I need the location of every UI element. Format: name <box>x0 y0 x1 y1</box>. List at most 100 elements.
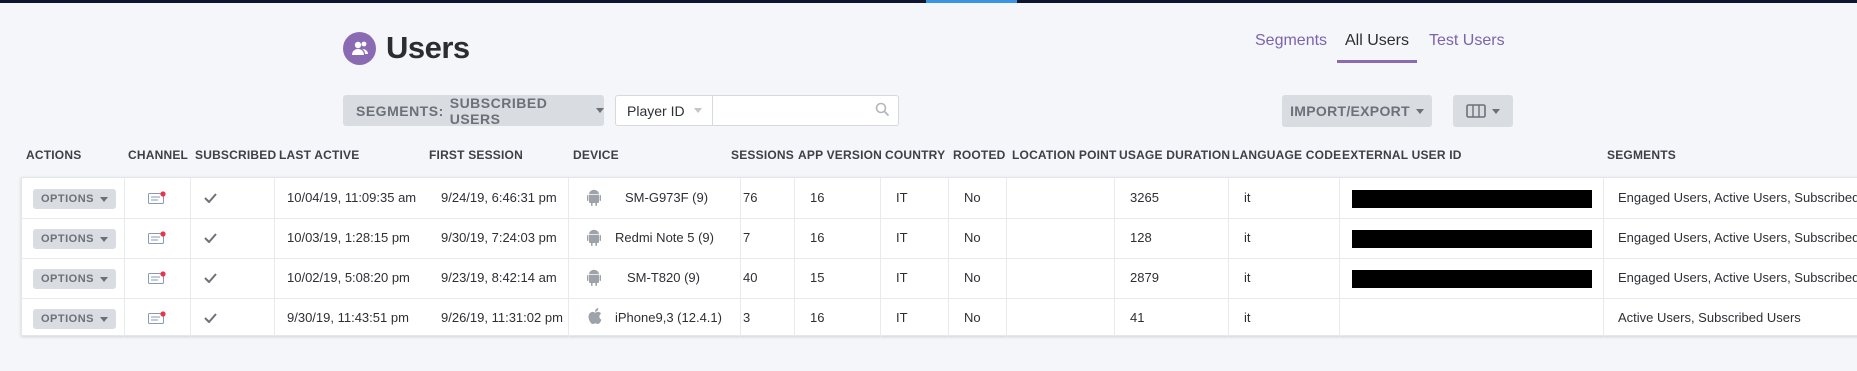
search-field-label: Player ID <box>627 102 685 119</box>
sessions: 7 <box>743 230 751 245</box>
tab-segments[interactable]: Segments <box>1255 32 1327 50</box>
chevron-down-icon <box>1415 108 1424 114</box>
loading-progress <box>926 0 1017 3</box>
language-code: it <box>1244 190 1251 205</box>
col-header-device: DEVICE <box>573 148 619 162</box>
table-row[interactable]: OPTIONS 10/03/19, 1:28:15 pm 9/30/19, 7:… <box>22 218 1857 259</box>
tab-test-users[interactable]: Test Users <box>1429 32 1505 50</box>
col-header-country: COUNTRY <box>885 148 946 162</box>
col-header-app-version: APP VERSION <box>798 148 883 162</box>
segments-list: Engaged Users, Active Users, Subscribed <box>1618 230 1857 245</box>
rooted: No <box>964 310 981 325</box>
app-version: 16 <box>810 230 825 245</box>
last-active: 9/30/19, 11:43:51 pm <box>287 310 409 325</box>
android-icon <box>587 189 601 206</box>
col-header-location-point: LOCATION POINT <box>1012 148 1117 162</box>
country: IT <box>896 230 908 245</box>
usage-duration: 2879 <box>1130 270 1159 285</box>
chevron-down-icon <box>596 108 604 113</box>
language-code: it <box>1244 310 1251 325</box>
usage-duration: 41 <box>1130 310 1145 325</box>
android-icon <box>587 229 601 246</box>
col-header-segments: SEGMENTS <box>1607 148 1676 162</box>
col-header-usage-duration: USAGE DURATION <box>1119 148 1231 162</box>
col-header-rooted: ROOTED <box>953 148 1006 162</box>
search-icon[interactable] <box>875 102 890 117</box>
rooted: No <box>964 270 981 285</box>
search-input[interactable] <box>713 95 899 126</box>
push-channel-icon[interactable] <box>148 191 166 205</box>
table-row[interactable]: OPTIONS 9/30/19, 11:43:51 pm 9/26/19, 11… <box>22 298 1857 338</box>
push-channel-icon[interactable] <box>148 271 166 285</box>
options-button[interactable]: OPTIONS <box>33 229 116 249</box>
country: IT <box>896 270 908 285</box>
first-session: 9/26/19, 11:31:02 pm <box>441 310 563 325</box>
redacted-external-id <box>1352 230 1592 248</box>
col-header-first-session: FIRST SESSION <box>429 148 523 162</box>
col-header-channel: CHANNEL <box>128 148 189 162</box>
segments-filter-button[interactable]: SEGMENTS: SUBSCRIBED USERS <box>343 94 604 127</box>
table-row[interactable]: OPTIONS 10/04/19, 11:09:35 am 9/24/19, 6… <box>22 178 1857 219</box>
last-active: 10/04/19, 11:09:35 am <box>287 190 417 205</box>
push-channel-icon[interactable] <box>148 311 166 325</box>
chevron-down-icon <box>100 276 108 282</box>
options-button[interactable]: OPTIONS <box>33 309 116 329</box>
options-button[interactable]: OPTIONS <box>33 189 116 209</box>
app-version: 16 <box>810 310 825 325</box>
chevron-down-icon <box>1492 108 1500 114</box>
columns-icon <box>1466 104 1486 118</box>
usage-duration: 3265 <box>1130 190 1159 205</box>
segments-list: Active Users, Subscribed Users <box>1618 310 1801 325</box>
push-channel-icon[interactable] <box>148 231 166 245</box>
segments-list: Engaged Users, Active Users, Subscribed <box>1618 190 1857 205</box>
sessions: 3 <box>743 310 751 325</box>
options-label: OPTIONS <box>40 193 94 205</box>
usage-duration: 128 <box>1130 230 1152 245</box>
last-active: 10/03/19, 1:28:15 pm <box>287 230 410 245</box>
options-button[interactable]: OPTIONS <box>33 269 116 289</box>
redacted-external-id <box>1352 270 1592 288</box>
check-icon <box>204 273 217 283</box>
columns-toggle-button[interactable] <box>1453 95 1513 127</box>
android-icon <box>587 269 601 286</box>
search-field-select[interactable]: Player ID <box>615 95 713 126</box>
chevron-down-icon <box>100 196 108 202</box>
device-model: SM-G973F (9) <box>625 190 709 205</box>
import-export-button[interactable]: IMPORT/EXPORT <box>1282 95 1432 127</box>
chevron-down-icon <box>100 316 108 322</box>
rooted: No <box>964 230 981 245</box>
sessions: 40 <box>743 270 758 285</box>
sessions: 76 <box>743 190 758 205</box>
col-header-subscribed: SUBSCRIBED <box>195 148 277 162</box>
chevron-down-icon <box>694 108 702 113</box>
last-active: 10/02/19, 5:08:20 pm <box>287 270 410 285</box>
tab-all-users[interactable]: All Users <box>1345 32 1409 50</box>
apple-icon <box>588 308 602 325</box>
table-row[interactable]: OPTIONS 10/02/19, 5:08:20 pm 9/23/19, 8:… <box>22 258 1857 299</box>
col-header-last-active: LAST ACTIVE <box>279 148 360 162</box>
country: IT <box>896 310 908 325</box>
first-session: 9/30/19, 7:24:03 pm <box>441 230 557 245</box>
col-header-external-user-id: EXTERNAL USER ID <box>1342 148 1462 162</box>
device-model: iPhone9,3 (12.4.1) <box>615 310 722 325</box>
check-icon <box>204 233 217 243</box>
page-header: Users <box>343 30 470 66</box>
app-version: 15 <box>810 270 825 285</box>
users-table: OPTIONS 10/04/19, 11:09:35 am 9/24/19, 6… <box>21 177 1857 338</box>
check-icon <box>204 193 217 203</box>
country: IT <box>896 190 908 205</box>
import-export-label: IMPORT/EXPORT <box>1290 103 1410 119</box>
redacted-external-id <box>1352 190 1592 208</box>
check-icon <box>204 313 217 323</box>
app-version: 16 <box>810 190 825 205</box>
top-bar <box>0 0 1857 3</box>
device-model: SM-T820 (9) <box>627 270 700 285</box>
segments-filter-value: SUBSCRIBED USERS <box>449 94 548 127</box>
segments-list: Engaged Users, Active Users, Subscribed <box>1618 270 1857 285</box>
col-header-language-code: LANGUAGE CODE <box>1232 148 1342 162</box>
options-label: OPTIONS <box>40 273 94 285</box>
first-session: 9/24/19, 6:46:31 pm <box>441 190 557 205</box>
rooted: No <box>964 190 981 205</box>
options-label: OPTIONS <box>40 313 94 325</box>
language-code: it <box>1244 270 1251 285</box>
